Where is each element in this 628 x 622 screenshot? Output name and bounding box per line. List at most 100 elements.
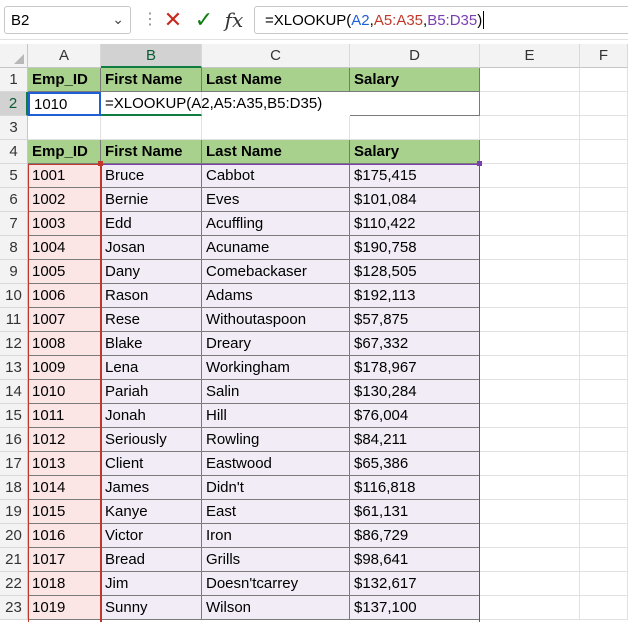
table-header-cell[interactable]: Emp_ID [28,140,101,164]
salary-cell[interactable]: $76,004 [350,404,480,428]
row-header-8[interactable]: 8 [0,236,28,260]
formula-input[interactable]: =XLOOKUP(A2, A5:A35, B5:D35) [254,6,628,34]
grid-cell[interactable] [101,116,202,140]
salary-cell[interactable]: $192,113 [350,284,480,308]
grid-cell[interactable] [580,284,628,308]
emp-id-cell[interactable]: 1018 [28,572,101,596]
range-handle[interactable] [98,161,103,166]
emp-id-cell[interactable]: 1002 [28,188,101,212]
formula-cell[interactable]: =XLOOKUP(A2,A5:A35,B5:D35) [101,92,322,116]
grid-cell[interactable] [28,116,101,140]
grid-cell[interactable] [480,452,580,476]
first-name-cell[interactable]: Victor [101,524,202,548]
emp-id-cell[interactable]: 1008 [28,332,101,356]
column-header-b[interactable]: B [101,44,202,68]
grid-cell[interactable] [480,524,580,548]
grid-cell[interactable] [580,500,628,524]
last-name-cell[interactable]: Salin [202,380,350,404]
first-name-cell[interactable]: Lena [101,356,202,380]
last-name-cell[interactable]: Acuname [202,236,350,260]
first-name-cell[interactable]: Bruce [101,164,202,188]
grid-cell[interactable] [580,308,628,332]
emp-id-cell[interactable]: 1007 [28,308,101,332]
salary-cell[interactable]: $190,758 [350,236,480,260]
salary-result-cell[interactable] [350,92,480,116]
row-header-21[interactable]: 21 [0,548,28,572]
row-header-14[interactable]: 14 [0,380,28,404]
emp-id-cell[interactable]: 1006 [28,284,101,308]
last-name-cell[interactable]: Rowling [202,428,350,452]
grid-cell[interactable] [580,140,628,164]
row-header-9[interactable]: 9 [0,260,28,284]
grid-cell[interactable] [480,308,580,332]
grid-cell[interactable] [580,572,628,596]
insert-function-icon[interactable]: fx [221,6,247,34]
salary-cell[interactable]: $86,729 [350,524,480,548]
lookup-header-cell[interactable]: Salary [350,68,480,92]
column-header-c[interactable]: C [202,44,350,68]
first-name-cell[interactable]: Blake [101,332,202,356]
grid-cell[interactable] [202,116,350,140]
grid-cell[interactable] [580,68,628,92]
row-header-11[interactable]: 11 [0,308,28,332]
row-header-13[interactable]: 13 [0,356,28,380]
grid-cell[interactable] [480,572,580,596]
salary-cell[interactable]: $178,967 [350,356,480,380]
emp-id-cell[interactable]: 1009 [28,356,101,380]
column-header-f[interactable]: F [580,44,628,68]
last-name-cell[interactable]: Eves [202,188,350,212]
row-header-1[interactable]: 1 [0,68,28,92]
grid-cell[interactable] [580,428,628,452]
first-name-cell[interactable]: Rese [101,308,202,332]
salary-cell[interactable]: $84,211 [350,428,480,452]
lookup-header-cell[interactable]: Emp_ID [28,68,101,92]
row-header-17[interactable]: 17 [0,452,28,476]
salary-cell[interactable]: $57,875 [350,308,480,332]
grid-cell[interactable] [480,404,580,428]
row-header-23[interactable]: 23 [0,596,28,620]
row-header-18[interactable]: 18 [0,476,28,500]
row-header-10[interactable]: 10 [0,284,28,308]
last-name-cell[interactable]: Eastwood [202,452,350,476]
column-header-d[interactable]: D [350,44,480,68]
salary-cell[interactable]: $101,084 [350,188,480,212]
lookup-header-cell[interactable]: Last Name [202,68,350,92]
row-header-15[interactable]: 15 [0,404,28,428]
grid-cell[interactable] [580,332,628,356]
grid-cell[interactable] [480,140,580,164]
first-name-cell[interactable]: Kanye [101,500,202,524]
row-header-22[interactable]: 22 [0,572,28,596]
first-name-cell[interactable]: Jim [101,572,202,596]
emp-id-cell[interactable]: 1013 [28,452,101,476]
column-header-a[interactable]: A [28,44,101,68]
last-name-cell[interactable]: Workingham [202,356,350,380]
name-box[interactable]: B2 ⌄ [4,6,131,34]
emp-id-cell[interactable]: 1003 [28,212,101,236]
enter-check-icon[interactable]: ✓ [191,6,217,34]
lookup-id-cell[interactable]: 1010 [28,92,101,116]
grid-cell[interactable] [480,380,580,404]
lookup-header-cell[interactable]: First Name [101,68,202,92]
emp-id-cell[interactable]: 1001 [28,164,101,188]
row-header-6[interactable]: 6 [0,188,28,212]
first-name-cell[interactable]: Edd [101,212,202,236]
last-name-cell[interactable]: Acuffling [202,212,350,236]
grid-cell[interactable] [480,68,580,92]
salary-cell[interactable]: $61,131 [350,500,480,524]
emp-id-cell[interactable]: 1017 [28,548,101,572]
emp-id-cell[interactable]: 1011 [28,404,101,428]
grid-cell[interactable] [580,380,628,404]
grid-cell[interactable] [480,548,580,572]
last-name-cell[interactable]: Cabbot [202,164,350,188]
chevron-down-icon[interactable]: ⌄ [112,11,124,28]
row-header-3[interactable]: 3 [0,116,28,140]
first-name-cell[interactable]: Bread [101,548,202,572]
first-name-cell[interactable]: Sunny [101,596,202,620]
salary-cell[interactable]: $110,422 [350,212,480,236]
row-header-20[interactable]: 20 [0,524,28,548]
grid-cell[interactable] [480,92,580,116]
grid-cell[interactable] [580,356,628,380]
grid-cell[interactable] [580,476,628,500]
row-header-12[interactable]: 12 [0,332,28,356]
last-name-cell[interactable]: Doesn'tcarrey [202,572,350,596]
